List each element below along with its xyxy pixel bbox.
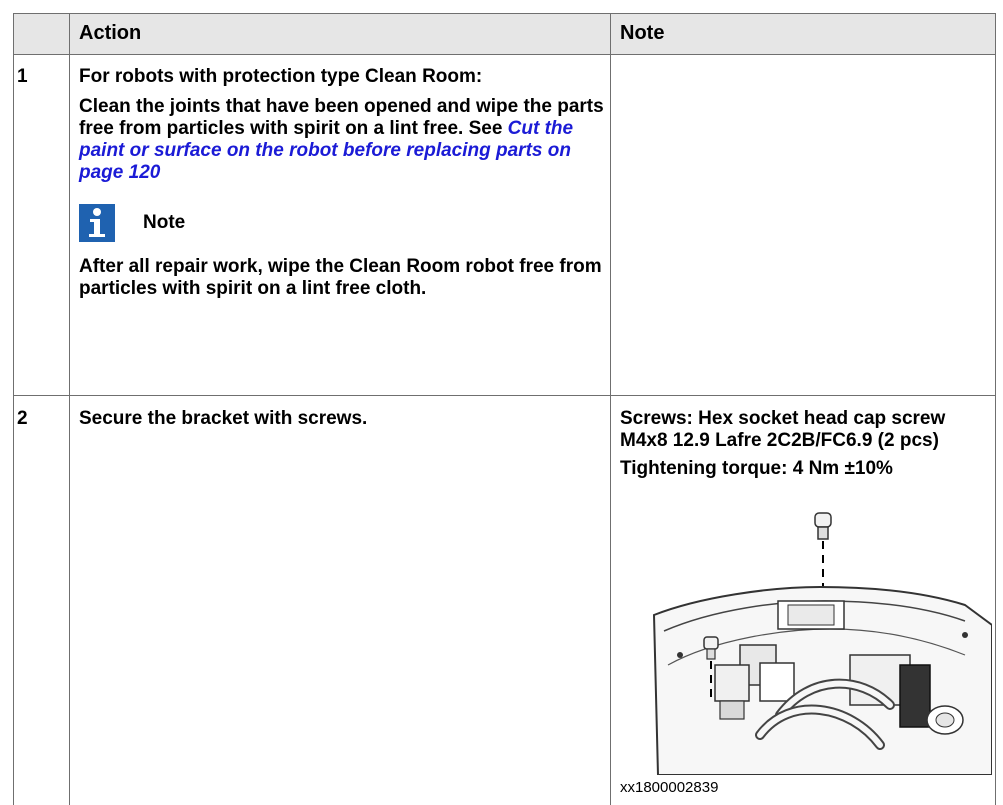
action-cell: Secure the bracket with screws.	[79, 408, 604, 438]
note-cell: Screws: Hex socket head cap screw M4x8 1…	[620, 408, 992, 488]
bracket-assembly-illustration	[652, 512, 992, 775]
row-1-bottom-border	[13, 395, 996, 396]
note-column-header: Note	[620, 22, 665, 44]
step-number: 2	[17, 408, 28, 429]
action-text: Secure the bracket with screws.	[79, 408, 368, 429]
tightening-torque: Tightening torque: 4 Nm ±10%	[620, 458, 893, 479]
table-right-border	[995, 13, 996, 805]
action-column-header: Action	[79, 22, 142, 44]
header-bottom-border	[13, 54, 996, 55]
screws-spec: Screws: Hex socket head cap screw M4x8 1…	[620, 408, 946, 451]
step-column-border	[69, 13, 70, 805]
table-header	[13, 13, 996, 54]
action-text: Clean the joints that have been opened a…	[79, 96, 604, 184]
step-number: 1	[17, 66, 28, 87]
table-top-border	[13, 13, 996, 14]
action-column-border	[610, 13, 611, 805]
action-cell: For robots with protection type Clean Ro…	[79, 66, 604, 308]
table-left-border	[13, 13, 14, 805]
procedure-table: Action Note 1 For robots with protection…	[13, 13, 996, 805]
note-callout: Note	[79, 204, 604, 242]
action-title: For robots with protection type Clean Ro…	[79, 66, 483, 87]
info-icon	[79, 204, 115, 242]
note-label: Note	[143, 212, 186, 233]
image-code: xx1800002839	[620, 779, 719, 796]
note-text: After all repair work, wipe the Clean Ro…	[79, 256, 602, 299]
